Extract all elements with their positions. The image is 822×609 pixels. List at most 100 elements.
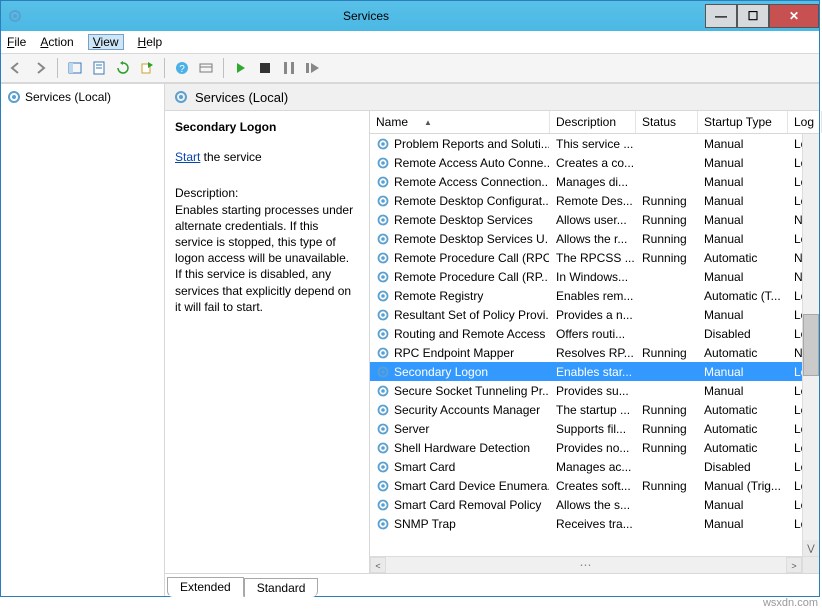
service-startup: Automatic [698,420,788,438]
service-row[interactable]: SNMP TrapReceives tra...ManualLoc [370,514,819,533]
service-startup: Disabled [698,325,788,343]
h-track[interactable]: ⋯ [386,558,786,572]
back-button[interactable] [5,57,27,79]
service-row[interactable]: Security Accounts ManagerThe startup ...… [370,400,819,419]
scroll-thumb[interactable] [803,314,819,376]
service-status [636,313,698,317]
scroll-right-button[interactable]: > [786,557,802,573]
service-status [636,370,698,374]
v-scrollbar[interactable]: ⋁ [802,134,819,556]
toolbar-item[interactable] [195,57,217,79]
service-row[interactable]: Smart Card Removal PolicyAllows the s...… [370,495,819,514]
service-row[interactable]: Smart Card Device Enumera...Creates soft… [370,476,819,495]
scroll-down-button[interactable]: ⋁ [803,540,819,556]
service-row[interactable]: Secondary LogonEnables star...ManualLoc [370,362,819,381]
service-name: Remote Access Connection... [394,175,550,189]
col-name[interactable]: Name▲ [370,111,550,133]
service-row[interactable]: Remote Desktop ServicesAllows user...Run… [370,210,819,229]
minimize-button[interactable]: — [705,4,737,28]
right-pane: Services (Local) Secondary Logon Start t… [165,84,819,596]
service-name: Smart Card [394,460,455,474]
maximize-button[interactable]: ☐ [737,4,769,28]
services-icon [7,90,21,104]
start-service-button[interactable] [230,57,252,79]
gear-icon [376,289,390,303]
tree-item-services-local[interactable]: Services (Local) [5,88,160,106]
services-icon [7,8,23,24]
gear-icon [376,479,390,493]
service-row[interactable]: Remote Access Connection...Manages di...… [370,172,819,191]
service-row[interactable]: Problem Reports and Soluti...This servic… [370,134,819,153]
menu-help[interactable]: Help [138,35,163,49]
service-row[interactable]: RPC Endpoint MapperResolves RP...Running… [370,343,819,362]
service-name: Resultant Set of Policy Provi... [394,308,550,322]
service-name: RPC Endpoint Mapper [394,346,514,360]
properties-button[interactable] [88,57,110,79]
service-desc: Resolves RP... [550,344,636,362]
right-body: Secondary Logon Start the service Descri… [165,111,819,573]
gear-icon [376,365,390,379]
gear-icon [376,327,390,341]
service-row[interactable]: ServerSupports fil...RunningAutomaticLoc [370,419,819,438]
col-status[interactable]: Status [636,111,698,133]
service-row[interactable]: Remote Procedure Call (RPC)The RPCSS ...… [370,248,819,267]
close-button[interactable]: ✕ [769,4,819,28]
toolbar: ? [1,54,819,83]
service-row[interactable]: Remote Desktop Services U...Allows the r… [370,229,819,248]
stop-service-button[interactable] [254,57,276,79]
service-row[interactable]: Remote Access Auto Conne...Creates a co.… [370,153,819,172]
h-grip-icon: ⋯ [580,558,593,572]
forward-button[interactable] [29,57,51,79]
gear-icon [376,441,390,455]
service-desc: Creates soft... [550,477,636,495]
start-link[interactable]: Start [175,150,200,164]
col-logon[interactable]: Log [788,111,822,133]
service-row[interactable]: Remote Desktop Configurat...Remote Des..… [370,191,819,210]
svg-text:?: ? [179,64,185,75]
service-row[interactable]: Routing and Remote AccessOffers routi...… [370,324,819,343]
restart-service-button[interactable] [302,57,324,79]
export-button[interactable] [136,57,158,79]
service-startup: Automatic [698,344,788,362]
col-description[interactable]: Description [550,111,636,133]
service-row[interactable]: Secure Socket Tunneling Pr...Provides su… [370,381,819,400]
help-button[interactable]: ? [171,57,193,79]
menu-view[interactable]: View [88,34,124,50]
service-status: Running [636,230,698,248]
col-startup[interactable]: Startup Type [698,111,788,133]
service-startup: Manual [698,192,788,210]
service-row[interactable]: Remote RegistryEnables rem...Automatic (… [370,286,819,305]
gear-icon [376,460,390,474]
sort-asc-icon: ▲ [424,118,432,127]
service-name: Security Accounts Manager [394,403,540,417]
service-row[interactable]: Remote Procedure Call (RP...In Windows..… [370,267,819,286]
service-startup: Automatic [698,249,788,267]
show-hide-tree-button[interactable] [64,57,86,79]
service-desc: In Windows... [550,268,636,286]
list-body[interactable]: Problem Reports and Soluti...This servic… [370,134,819,556]
service-startup: Manual [698,154,788,172]
window-title: Services [27,9,705,23]
gear-icon [376,137,390,151]
service-row[interactable]: Resultant Set of Policy Provi...Provides… [370,305,819,324]
menu-file[interactable]: File [7,35,26,49]
service-name: Secondary Logon [394,365,488,379]
refresh-button[interactable] [112,57,134,79]
service-status [636,465,698,469]
service-desc: Enables rem... [550,287,636,305]
scroll-left-button[interactable]: < [370,557,386,573]
service-name: Remote Procedure Call (RPC) [394,251,550,265]
h-scrollbar[interactable]: < ⋯ > [370,556,819,573]
pause-service-button[interactable] [278,57,300,79]
service-desc: Allows the r... [550,230,636,248]
service-startup: Manual [698,363,788,381]
tab-standard[interactable]: Standard [244,578,319,597]
menu-action[interactable]: Action [40,35,73,49]
toolbar-separator [164,58,165,78]
service-name: Remote Registry [394,289,483,303]
service-row[interactable]: Smart CardManages ac...DisabledLoc [370,457,819,476]
service-desc: Manages di... [550,173,636,191]
service-status: Running [636,249,698,267]
tab-extended[interactable]: Extended [167,577,244,597]
service-row[interactable]: Shell Hardware DetectionProvides no...Ru… [370,438,819,457]
